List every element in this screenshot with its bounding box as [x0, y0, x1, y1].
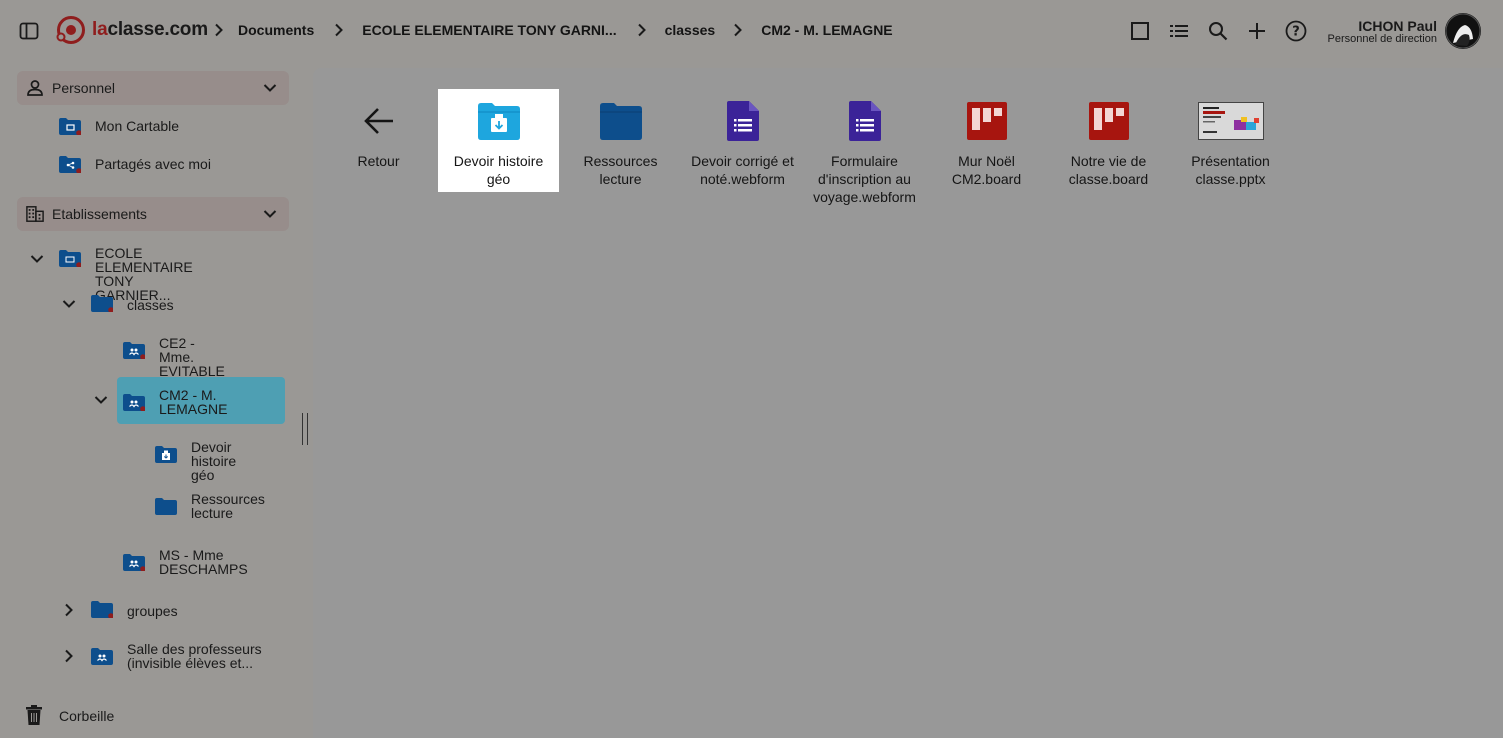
- tree-item-label: Salle des professeurs (invisible élèves e…: [127, 641, 262, 671]
- chevron-right-icon: [212, 23, 226, 37]
- file-tile[interactable]: Mur Noël CM2.board: [926, 89, 1047, 188]
- svg-text:?: ?: [1292, 25, 1300, 40]
- chevron-down-icon[interactable]: [263, 207, 277, 221]
- tile-label: Mur Noël CM2.board: [951, 153, 1022, 187]
- chevron-down-icon[interactable]: [263, 81, 277, 95]
- tile-label: Présentation classe.pptx: [1191, 153, 1270, 187]
- breadcrumb-current[interactable]: CM2 - M. LEMAGNE: [761, 22, 892, 38]
- top-bar: laclasse.com Documents ECOLE ELEMENTAIRE…: [0, 0, 1503, 62]
- help-icon[interactable]: ?: [1284, 19, 1308, 43]
- avatar[interactable]: [1445, 13, 1481, 49]
- class-folder-icon: [123, 394, 145, 411]
- tree-item-label: Devoir histoire géo: [191, 439, 237, 483]
- tile-label: Ressources lecture: [583, 153, 658, 187]
- brand[interactable]: laclasse.com: [56, 15, 208, 45]
- file-tile[interactable]: Notre vie de classe.board: [1048, 89, 1169, 188]
- tree-item-label: classes: [127, 297, 174, 313]
- section-etablissements[interactable]: Etablissements: [17, 197, 289, 231]
- sidebar-item-label: Corbeille: [59, 708, 115, 724]
- tree-item-label: groupes: [127, 603, 178, 619]
- brand-name: laclasse.com: [92, 19, 208, 40]
- chevron-right-icon: [332, 23, 346, 37]
- user-info[interactable]: ICHON Paul Personnel de direction: [1328, 19, 1437, 46]
- tree-item-label: CE2 - Mme. EVITABLE: [159, 335, 225, 379]
- building-icon: [26, 205, 44, 223]
- breadcrumb-classes[interactable]: classes: [665, 22, 716, 38]
- file-tile[interactable]: Formulaire d'inscription au voyage.webform: [804, 89, 925, 206]
- class-folder-icon: [91, 648, 113, 665]
- board-file-icon: [1088, 102, 1129, 140]
- chevron-down-icon[interactable]: [62, 297, 76, 311]
- person-icon: [26, 79, 44, 97]
- tile-label: Retour: [357, 153, 400, 169]
- section-label: Personnel: [52, 80, 116, 96]
- chevron-down-icon[interactable]: [94, 393, 108, 407]
- sidebar-resize-handle[interactable]: [302, 413, 308, 445]
- search-icon[interactable]: [1206, 19, 1230, 43]
- board-file-icon: [966, 102, 1007, 140]
- class-folder-icon: [123, 342, 145, 359]
- trash-icon: [26, 705, 42, 725]
- class-folder-icon: [123, 554, 145, 571]
- arrow-left-icon: [363, 108, 393, 134]
- user-role: Personnel de direction: [1327, 33, 1437, 45]
- pptx-thumbnail-icon: [1197, 102, 1264, 140]
- section-personnel[interactable]: Personnel: [17, 71, 289, 105]
- square-view-icon[interactable]: [1128, 19, 1152, 43]
- chevron-right-icon[interactable]: [62, 603, 76, 617]
- list-view-icon[interactable]: [1167, 19, 1191, 43]
- tree-item-label: Ressources lecture: [191, 491, 265, 521]
- add-icon[interactable]: [1245, 19, 1269, 43]
- school-folder-icon: [59, 250, 81, 267]
- sidebar-item-label: Partagés avec moi: [95, 156, 211, 172]
- chevron-right-icon[interactable]: [62, 649, 76, 663]
- folder-icon: [155, 498, 177, 515]
- sidebar-toggle-icon[interactable]: [19, 21, 39, 41]
- file-tile[interactable]: Présentation classe.pptx: [1170, 89, 1291, 188]
- tile-label: Notre vie de classe.board: [1068, 153, 1149, 187]
- folder-icon: [59, 118, 81, 135]
- breadcrumb-ecole[interactable]: ECOLE ELEMENTAIRE TONY GARNI...: [362, 22, 616, 38]
- dropbox-folder-icon: [155, 446, 177, 463]
- tree-item-label: CM2 - M. LEMAGNE: [159, 387, 228, 417]
- tile-label: Devoir histoire géo: [453, 153, 544, 187]
- breadcrumb-documents[interactable]: Documents: [238, 22, 314, 38]
- shared-folder-icon: [59, 156, 81, 173]
- top-actions: ?: [1128, 19, 1323, 43]
- file-tile[interactable]: Devoir histoire géo: [438, 89, 559, 192]
- laclasse-logo-icon: [56, 16, 85, 44]
- webform-file-icon: [848, 101, 881, 141]
- chevron-down-icon[interactable]: [30, 252, 44, 266]
- sidebar: Personnel Mon Cartable Partagés avec moi…: [0, 62, 300, 738]
- dropbox-folder-icon: [477, 103, 520, 140]
- tile-label: Formulaire d'inscription au voyage.webform: [813, 153, 916, 205]
- file-tile[interactable]: Devoir corrigé et noté.webform: [682, 89, 803, 188]
- tree-item-label: MS - Mme DESCHAMPS: [159, 547, 248, 577]
- back-tile[interactable]: Retour: [318, 89, 439, 170]
- breadcrumb: Documents ECOLE ELEMENTAIRE TONY GARNI..…: [212, 22, 893, 38]
- sidebar-item-label: Mon Cartable: [95, 118, 180, 134]
- webform-file-icon: [726, 101, 759, 141]
- tile-label: Devoir corrigé et noté.webform: [691, 153, 794, 187]
- chevron-right-icon: [731, 23, 745, 37]
- chevron-right-icon: [635, 23, 649, 37]
- file-tile[interactable]: Ressources lecture: [560, 89, 681, 188]
- user-name: ICHON Paul: [1358, 18, 1437, 34]
- folder-icon: [599, 103, 642, 140]
- folder-icon: [91, 295, 113, 312]
- section-label: Etablissements: [52, 206, 147, 222]
- folder-icon: [91, 601, 113, 618]
- main-content: Retour Devoir histoire géo Ressources lect…: [313, 68, 1503, 738]
